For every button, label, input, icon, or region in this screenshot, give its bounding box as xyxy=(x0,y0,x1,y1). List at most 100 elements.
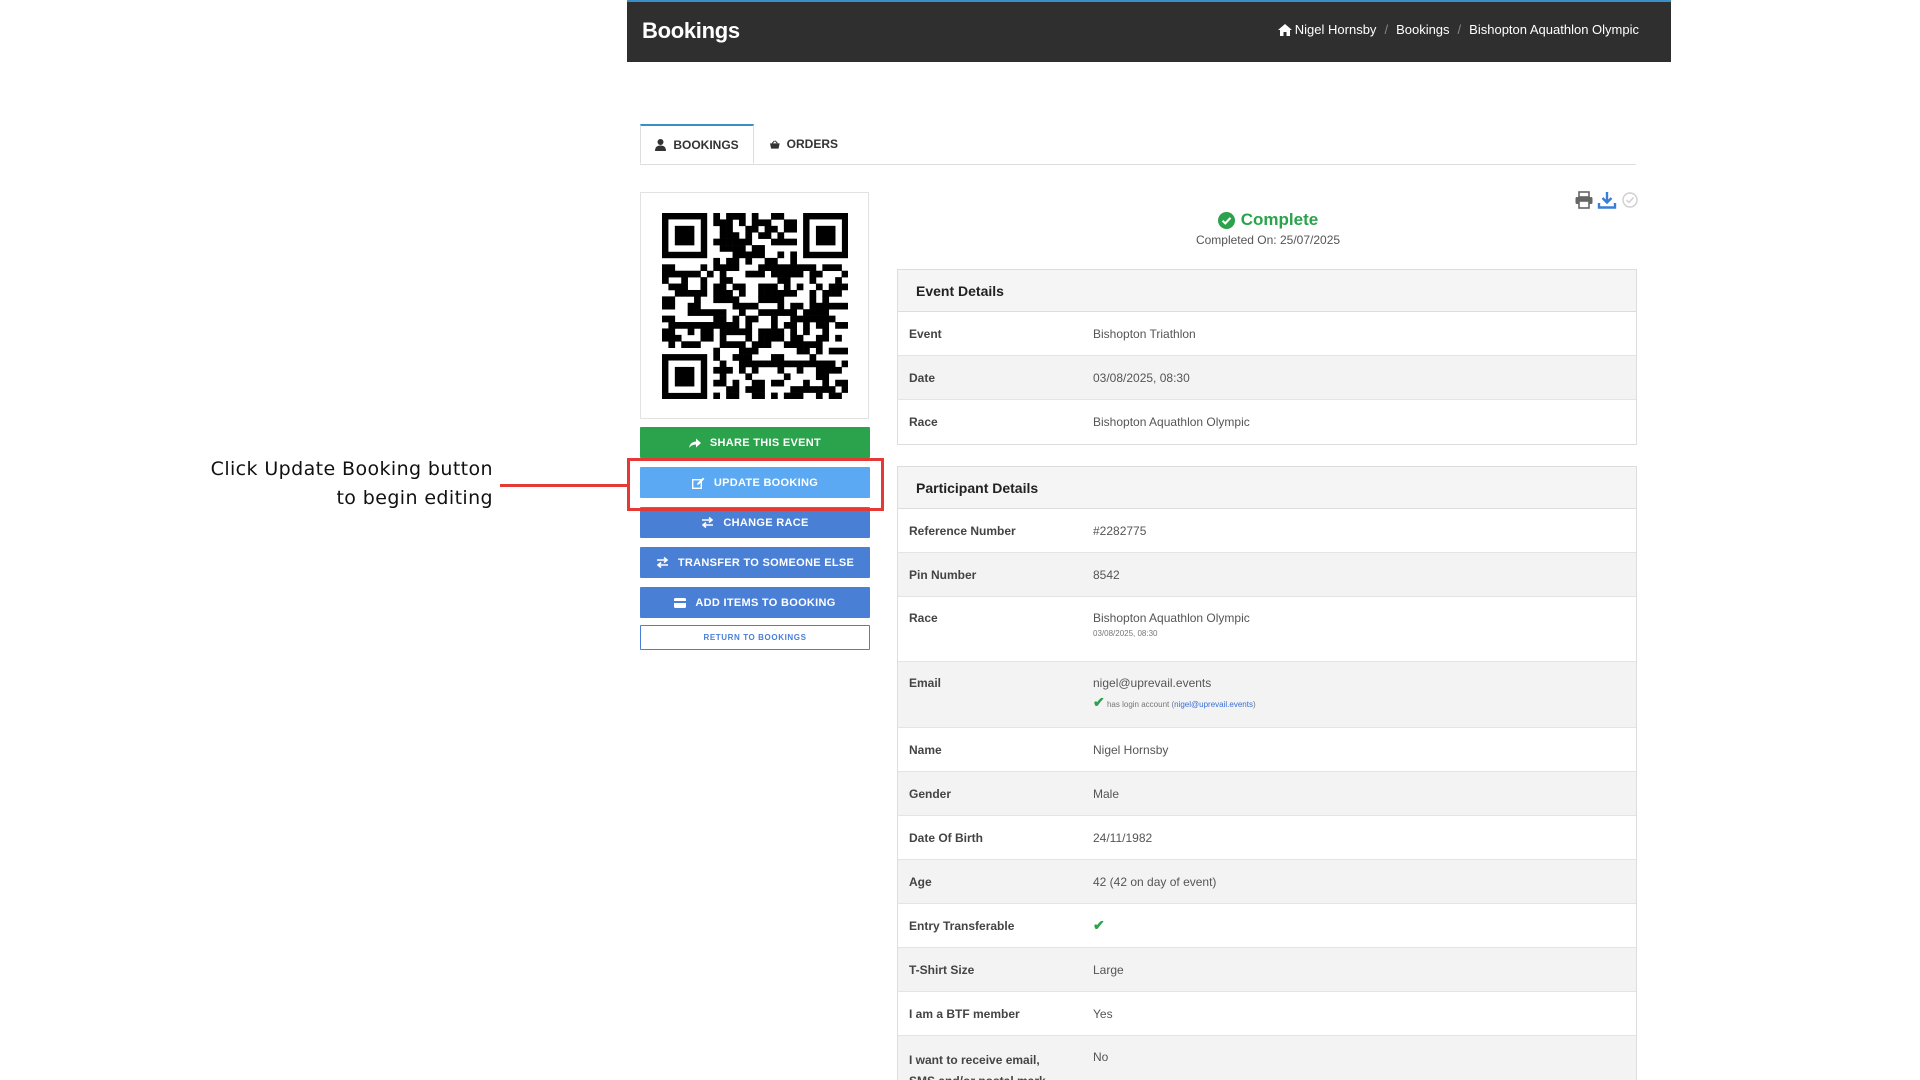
instruction-callout: Click Update Booking button to begin edi… xyxy=(200,455,493,513)
panel-heading: Participant Details xyxy=(898,467,1636,509)
check-icon: ✔ xyxy=(1093,694,1105,710)
detail-label: Date Of Birth xyxy=(909,830,984,845)
detail-value: Bishopton Aquathlon Olympic xyxy=(1093,415,1250,429)
breadcrumb-bookings[interactable]: Bookings xyxy=(1396,22,1449,37)
basket-icon xyxy=(770,139,780,149)
completed-date: Completed On: 25/07/2025 xyxy=(1195,233,1341,247)
detail-value: Bishopton Triathlon xyxy=(1093,326,1196,341)
detail-row-age: Age 42 (42 on day of event) xyxy=(898,860,1636,904)
detail-value: No xyxy=(1093,1050,1109,1064)
detail-row-name: Name Nigel Hornsby xyxy=(898,728,1636,772)
detail-value: 24/11/1982 xyxy=(1093,830,1153,845)
detail-row-reference: Reference Number #2282775 xyxy=(898,509,1636,553)
detail-label: Race xyxy=(909,611,938,625)
detail-row-email: Email nigel@uprevail.events ✔ has login … xyxy=(898,662,1636,728)
detail-value: nigel@uprevail.events ✔ has login accoun… xyxy=(1093,676,1636,727)
transfer-booking-button[interactable]: Transfer to someone else xyxy=(640,547,870,578)
race-name: Bishopton Aquathlon Olympic xyxy=(1093,611,1250,625)
login-note-suffix: ) xyxy=(1252,700,1256,709)
home-icon xyxy=(1277,23,1292,36)
exchange-icon xyxy=(656,557,669,568)
detail-row-btf: I am a BTF member Yes xyxy=(898,992,1636,1036)
tab-label: Orders xyxy=(786,137,838,151)
breadcrumb: Nigel Hornsby / Bookings / Bishopton Aqu… xyxy=(1277,22,1639,37)
detail-label: Date xyxy=(909,370,936,385)
status-label: Complete xyxy=(1240,210,1319,229)
instruction-line-2: to begin editing xyxy=(336,487,493,509)
download-icon[interactable] xyxy=(1597,191,1617,209)
detail-value: 03/08/2025, 08:30 xyxy=(1093,370,1190,385)
detail-value: #2282775 xyxy=(1093,523,1147,538)
participant-details-panel: Participant Details Reference Number #22… xyxy=(897,466,1637,1080)
share-event-button[interactable]: Share this event xyxy=(640,427,870,458)
tab-label: Bookings xyxy=(673,137,739,152)
detail-row-tshirt: T-Shirt Size Large xyxy=(898,948,1636,992)
detail-value: 8542 xyxy=(1093,567,1120,582)
button-label: Add items to booking xyxy=(695,596,836,609)
race-datetime: 03/08/2025, 08:30 xyxy=(1093,629,1158,638)
breadcrumb-separator: / xyxy=(1457,22,1462,37)
breadcrumb-separator: / xyxy=(1384,22,1389,37)
page-header: Bookings Nigel Hornsby / Bookings / Bish… xyxy=(627,0,1671,62)
tab-bookings[interactable]: Bookings xyxy=(640,124,754,164)
detail-row-gender: Gender Male xyxy=(898,772,1636,816)
detail-value: 42 (42 on day of event) xyxy=(1093,874,1217,889)
detail-label: I want to receive email, SMS and/or post… xyxy=(909,1053,1056,1080)
check-circle-icon[interactable] xyxy=(1620,191,1640,209)
return-to-bookings-button[interactable]: Return to bookings xyxy=(640,625,870,650)
breadcrumb-current: Bishopton Aquathlon Olympic xyxy=(1469,22,1639,37)
change-race-button[interactable]: Change race xyxy=(640,507,870,538)
page-title: Bookings xyxy=(642,18,740,43)
check-circle-icon xyxy=(1217,211,1235,229)
login-account-note: ✔ has login account (nigel@uprevail.even… xyxy=(1093,694,1636,711)
detail-row-marketing: I want to receive email, SMS and/or post… xyxy=(898,1036,1636,1080)
detail-label: Event xyxy=(909,326,942,341)
detail-row-pin: Pin Number 8542 xyxy=(898,553,1636,597)
event-details-panel: Event Details Event Bishopton Triathlon … xyxy=(897,269,1637,445)
detail-value: Male xyxy=(1093,786,1120,801)
detail-row-date: Date 03/08/2025, 08:30 xyxy=(898,356,1636,400)
user-icon xyxy=(655,138,667,151)
share-icon xyxy=(688,438,701,448)
detail-row-dob: Date Of Birth 24/11/1982 xyxy=(898,816,1636,860)
callout-connector xyxy=(500,484,627,487)
detail-value: Bishopton Aquathlon Olympic 03/08/2025, … xyxy=(1093,611,1636,661)
instruction-line-1: Click Update Booking button xyxy=(210,458,493,480)
button-label: Share this event xyxy=(709,436,822,449)
login-account-link[interactable]: nigel@uprevail.events xyxy=(1174,700,1253,709)
detail-label: Entry Transferable xyxy=(909,918,1015,933)
detail-row-event: Event Bishopton Triathlon xyxy=(898,312,1636,356)
booking-qr-code xyxy=(640,192,869,419)
detail-value: Large xyxy=(1093,962,1124,977)
panel-heading: Event Details xyxy=(898,270,1636,312)
email-value: nigel@uprevail.events xyxy=(1093,676,1212,690)
button-label: Return to bookings xyxy=(703,633,807,642)
login-note-prefix: has login account ( xyxy=(1106,700,1175,709)
tab-bar: Bookings Orders xyxy=(640,124,1636,165)
status-title: Complete xyxy=(1098,210,1438,230)
detail-label: Age xyxy=(909,874,932,889)
print-icon[interactable] xyxy=(1574,191,1594,209)
exchange-icon xyxy=(702,517,714,528)
detail-label: I am a BTF member xyxy=(909,1006,1020,1021)
booking-status: Complete Completed On: 25/07/2025 xyxy=(1098,210,1438,247)
tab-orders[interactable]: Orders xyxy=(756,124,852,164)
add-items-button[interactable]: Add items to booking xyxy=(640,587,870,618)
detail-label: Pin Number xyxy=(909,567,977,582)
detail-label: Email xyxy=(909,676,942,690)
transferable-check-icon: ✔ xyxy=(1093,917,1105,933)
detail-label: T-Shirt Size xyxy=(909,962,975,977)
detail-row-race: Race Bishopton Aquathlon Olympic 03/08/2… xyxy=(898,597,1636,662)
highlight-box xyxy=(627,458,884,511)
detail-row-race: Race Bishopton Aquathlon Olympic xyxy=(898,400,1636,444)
detail-label: Reference Number xyxy=(909,523,1016,538)
booking-toolbar xyxy=(1574,191,1640,209)
detail-value: Nigel Hornsby xyxy=(1093,742,1169,757)
event-details-rows: Event Bishopton Triathlon Date 03/08/202… xyxy=(898,312,1636,444)
detail-value: Yes xyxy=(1093,1006,1113,1021)
card-icon xyxy=(674,597,687,608)
detail-label: Name xyxy=(909,742,942,757)
breadcrumb-user[interactable]: Nigel Hornsby xyxy=(1295,22,1377,37)
detail-row-transferable: Entry Transferable ✔ xyxy=(898,904,1636,948)
button-label: Change race xyxy=(723,516,809,529)
